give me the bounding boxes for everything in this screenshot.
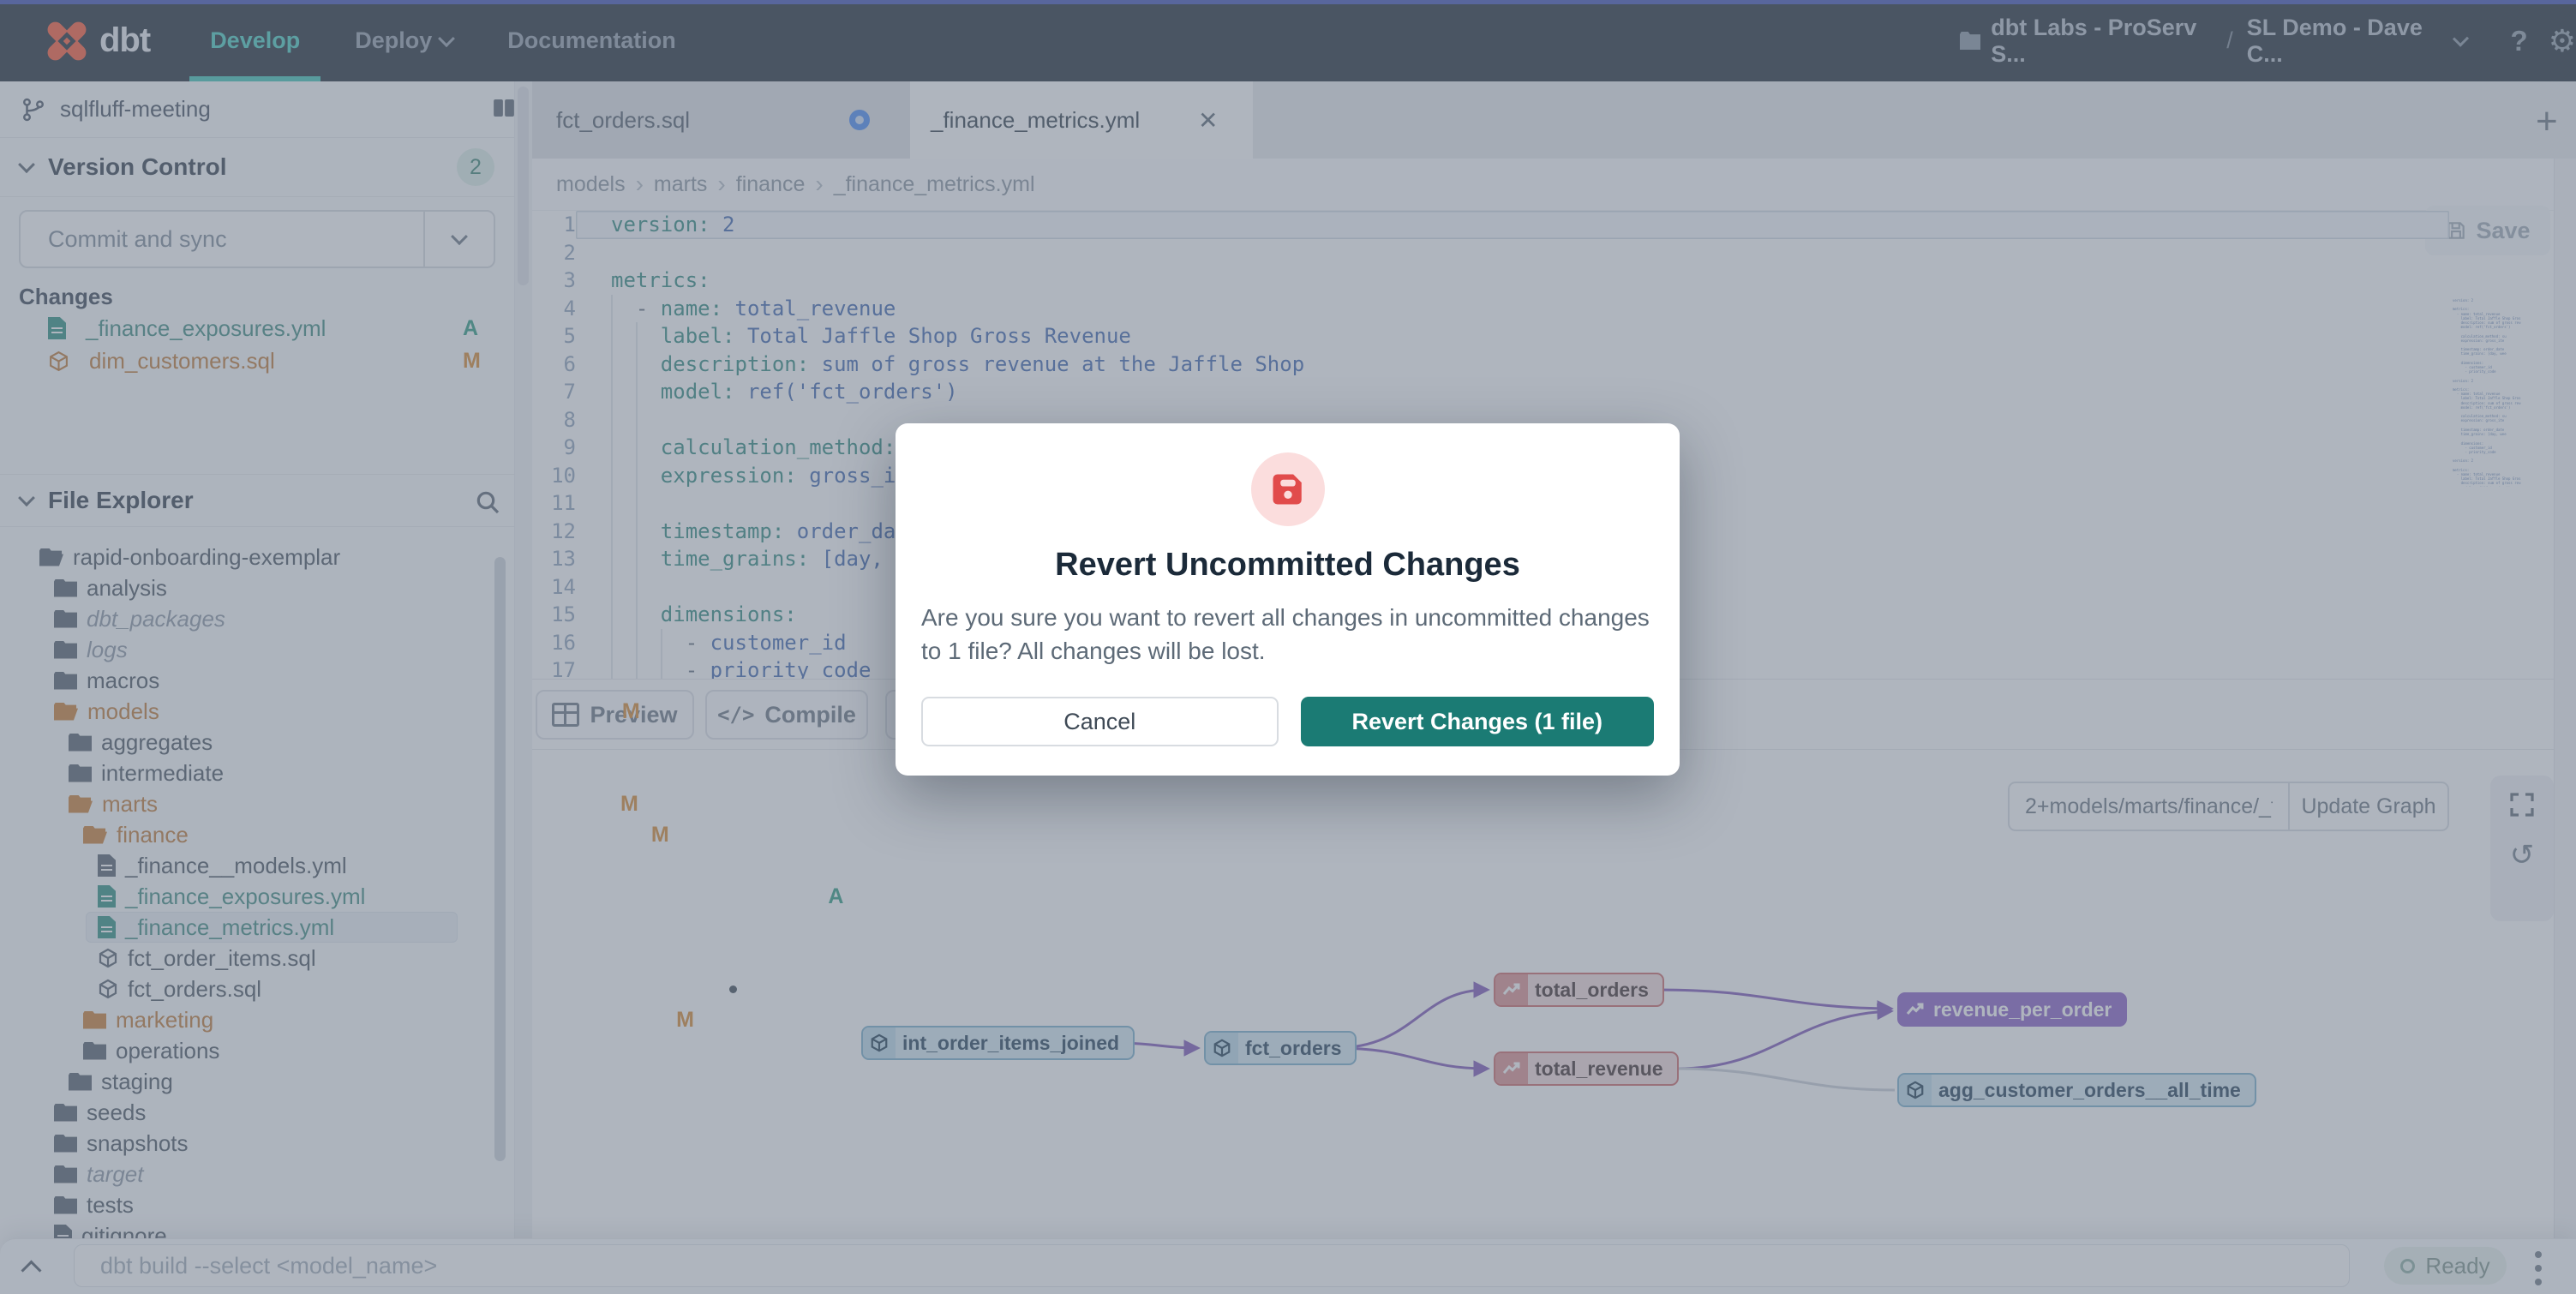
cancel-button[interactable]: Cancel [921,697,1279,746]
save-alert-icon [1270,471,1306,507]
modal-actions: Cancel Revert Changes (1 file) [921,697,1654,746]
dbt-cloud-ide: dbt Develop Deploy Documentation dbt Lab… [0,0,2576,1294]
modal-body-text: Are you sure you want to revert all chan… [921,601,1654,668]
revert-changes-modal: Revert Uncommitted Changes Are you sure … [896,423,1680,776]
revert-changes-button[interactable]: Revert Changes (1 file) [1301,697,1655,746]
alert-icon-circle [1251,452,1325,526]
modal-title: Revert Uncommitted Changes [1055,547,1520,584]
